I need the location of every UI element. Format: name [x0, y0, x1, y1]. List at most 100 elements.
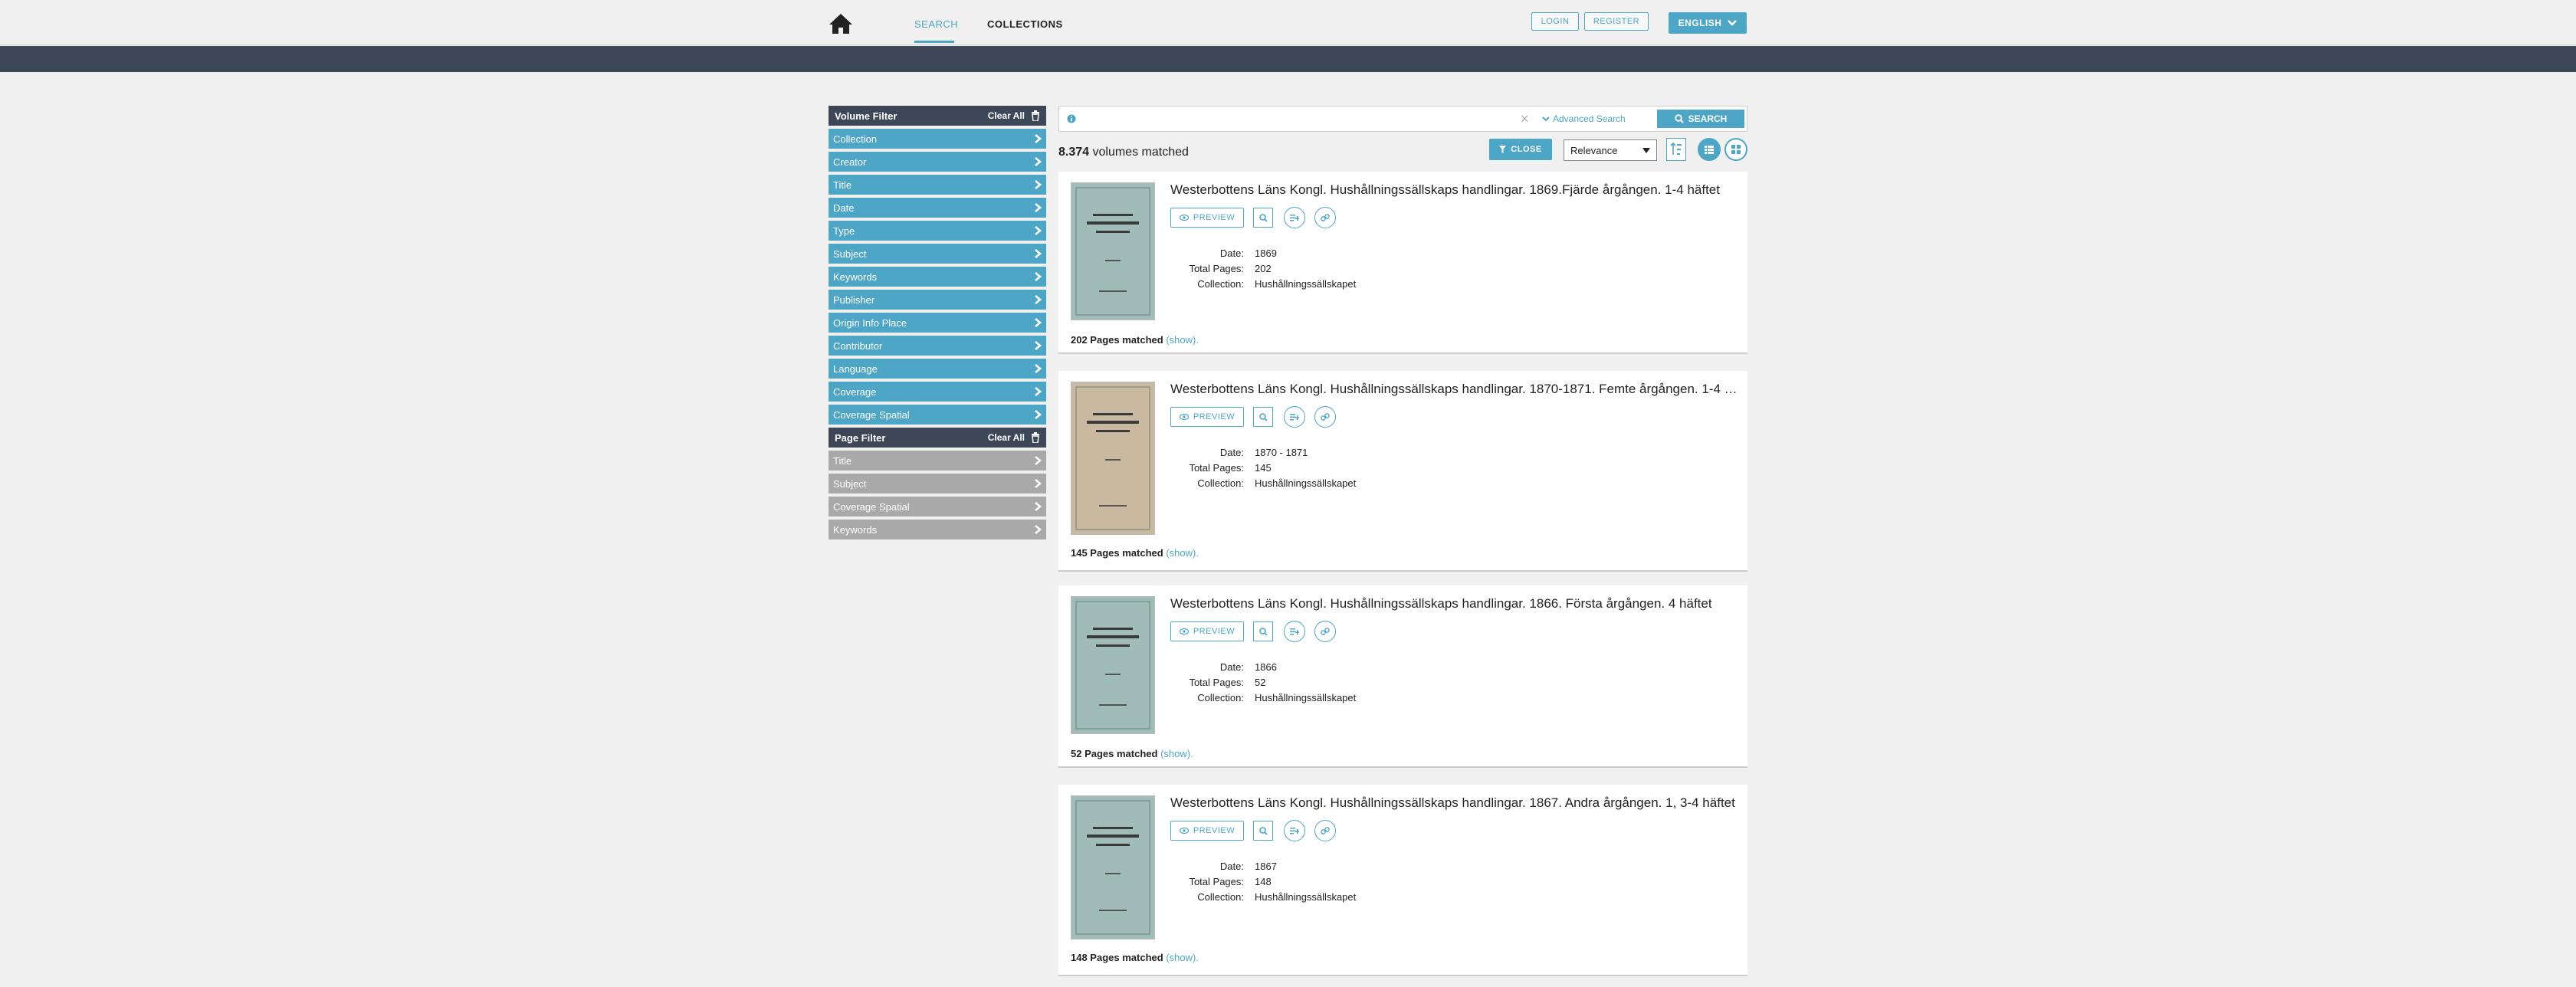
page-filter-item[interactable]: Subject: [829, 474, 1046, 494]
preview-button[interactable]: PREVIEW: [1170, 621, 1244, 641]
active-tab-indicator: [914, 41, 954, 43]
register-button[interactable]: REGISTER: [1584, 12, 1649, 31]
show-pages-link[interactable]: (show).: [1166, 547, 1199, 559]
result-title[interactable]: Westerbottens Läns Kongl. Hushållningssä…: [1170, 382, 1738, 397]
page-filter-item[interactable]: Keywords: [829, 520, 1046, 539]
show-pages-link[interactable]: (show).: [1166, 952, 1199, 963]
volume-filter-item[interactable]: Creator: [829, 152, 1046, 172]
chevron-down-icon: [1542, 116, 1550, 121]
results-count: 8.374 volumes matched: [1058, 146, 1189, 159]
close-label: CLOSE: [1511, 145, 1542, 154]
eye-icon: [1179, 628, 1189, 634]
show-pages-link[interactable]: (show).: [1160, 748, 1193, 759]
info-icon: [1067, 114, 1076, 123]
filter-item-label: Collection: [833, 133, 878, 145]
page-clear-all-button[interactable]: Clear All: [988, 432, 1025, 443]
volume-filter-item[interactable]: Subject: [829, 244, 1046, 264]
list-view-button[interactable]: [1698, 138, 1721, 161]
result-metadata: Date: 1867 Total Pages: 148 Collection: Hushå…: [1170, 858, 1356, 904]
sort-order-icon: [1670, 142, 1682, 155]
chevron-down-icon: [1728, 20, 1738, 26]
filter-icon: [1499, 146, 1507, 153]
advanced-search-link[interactable]: Advanced Search: [1542, 113, 1626, 124]
volume-filter-item[interactable]: Collection: [829, 129, 1046, 149]
language-label: ENGLISH: [1678, 18, 1722, 28]
copy-link-button[interactable]: [1314, 406, 1336, 428]
pages-matched: 52 Pages matched (show).: [1071, 748, 1193, 759]
volume-filter-item[interactable]: Contributor: [829, 336, 1046, 356]
filter-item-label: Keywords: [833, 271, 878, 283]
copy-link-button[interactable]: [1314, 621, 1336, 642]
add-to-list-button[interactable]: [1284, 820, 1305, 841]
link-icon: [1321, 628, 1330, 635]
language-dropdown[interactable]: ENGLISH: [1669, 12, 1747, 34]
date-label: Date:: [1219, 661, 1244, 673]
volume-filter-item[interactable]: Publisher: [829, 290, 1046, 310]
preview-button[interactable]: PREVIEW: [1170, 821, 1244, 841]
volume-thumbnail[interactable]: [1071, 382, 1155, 535]
trash-icon[interactable]: [1031, 110, 1040, 121]
result-title[interactable]: Westerbottens Läns Kongl. Hushållningssä…: [1170, 795, 1738, 811]
preview-button[interactable]: PREVIEW: [1170, 407, 1244, 427]
add-to-list-button[interactable]: [1284, 406, 1305, 428]
volume-filter-item[interactable]: Type: [829, 221, 1046, 241]
grid-view-button[interactable]: [1724, 138, 1747, 161]
chevron-right-icon: [1035, 157, 1042, 166]
result-title[interactable]: Westerbottens Läns Kongl. Hushållningssä…: [1170, 596, 1738, 612]
home-icon[interactable]: [828, 12, 854, 35]
search-in-volume-button[interactable]: [1253, 208, 1273, 228]
volume-filter-header: Volume Filter Clear All: [829, 106, 1046, 126]
volume-thumbnail[interactable]: [1071, 795, 1155, 939]
copy-link-button[interactable]: [1314, 820, 1336, 841]
pages-matched: 148 Pages matched (show).: [1071, 952, 1199, 963]
filter-item-label: Origin Info Place: [833, 316, 907, 329]
volume-thumbnail[interactable]: [1071, 182, 1155, 320]
filter-sidebar: Volume Filter Clear All Collection Creato…: [829, 106, 1046, 543]
search-button[interactable]: SEARCH: [1657, 110, 1744, 128]
volume-filter-item[interactable]: Origin Info Place: [829, 313, 1046, 333]
filter-item-label: Coverage Spatial: [833, 408, 910, 421]
results-count-number: 8.374: [1058, 146, 1090, 159]
login-button[interactable]: LOGIN: [1531, 12, 1579, 31]
show-pages-link[interactable]: (show).: [1166, 334, 1199, 346]
date-label: Date:: [1219, 860, 1244, 872]
page-filter-item[interactable]: Coverage Spatial: [829, 497, 1046, 516]
volume-filter-item[interactable]: Coverage: [829, 382, 1046, 402]
volume-filter-item[interactable]: Date: [829, 198, 1046, 218]
page-filter-header: Page Filter Clear All: [829, 428, 1046, 448]
search-in-volume-button[interactable]: [1253, 821, 1273, 841]
trash-icon[interactable]: [1031, 432, 1040, 443]
chevron-right-icon: [1035, 387, 1042, 396]
nav-collections-tab[interactable]: COLLECTIONS: [987, 18, 1063, 30]
add-to-list-button[interactable]: [1284, 621, 1305, 642]
result-title[interactable]: Westerbottens Läns Kongl. Hushållningssä…: [1170, 182, 1738, 198]
volume-filter-item[interactable]: Keywords: [829, 267, 1046, 287]
volume-filter-item[interactable]: Title: [829, 175, 1046, 195]
preview-button[interactable]: PREVIEW: [1170, 208, 1244, 228]
sort-select[interactable]: Relevance: [1564, 139, 1657, 161]
collection-label: Collection:: [1197, 691, 1244, 703]
volume-filter-item[interactable]: Coverage Spatial: [829, 405, 1046, 425]
search-icon: [1258, 213, 1268, 222]
search-in-volume-button[interactable]: [1253, 621, 1273, 641]
search-in-volume-button[interactable]: [1253, 407, 1273, 427]
chevron-right-icon: [1035, 479, 1042, 488]
list-add-icon: [1290, 628, 1299, 635]
result-metadata: Date: 1870 - 1871 Total Pages: 145 Collectio…: [1170, 444, 1356, 490]
total-pages-label: Total Pages:: [1189, 461, 1244, 474]
collection-value: Hushållningssällskapet: [1255, 890, 1357, 903]
search-icon: [1258, 826, 1268, 835]
page-filter-item[interactable]: Title: [829, 451, 1046, 471]
copy-link-button[interactable]: [1314, 207, 1336, 228]
list-icon: [1705, 145, 1714, 154]
volume-thumbnail[interactable]: [1071, 596, 1155, 734]
volume-filter-item[interactable]: Language: [829, 359, 1046, 379]
volume-clear-all-button[interactable]: Clear All: [988, 110, 1025, 121]
add-to-list-button[interactable]: [1284, 207, 1305, 228]
close-filters-button[interactable]: CLOSE: [1489, 139, 1552, 160]
clear-search-icon[interactable]: ×: [1521, 111, 1529, 127]
sort-direction-button[interactable]: [1666, 138, 1686, 161]
nav-search-tab[interactable]: SEARCH: [914, 18, 958, 30]
pages-matched-text: 202 Pages matched: [1071, 334, 1163, 346]
total-pages-value: 145: [1255, 461, 1272, 474]
